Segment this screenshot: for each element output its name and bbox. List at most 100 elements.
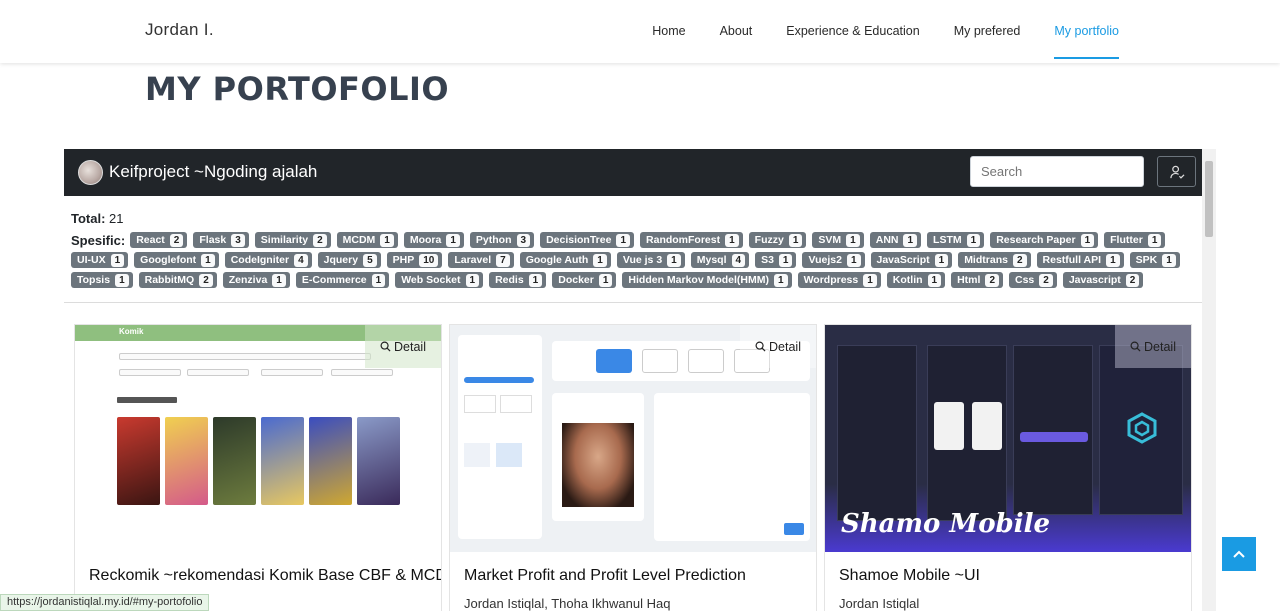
tag-filter-button[interactable]: Html 2 bbox=[951, 272, 1003, 288]
thumb-select bbox=[261, 369, 323, 376]
divider bbox=[64, 302, 1202, 303]
brand-name[interactable]: Jordan I. bbox=[145, 20, 214, 40]
tag-name: React bbox=[136, 234, 165, 246]
tag-filter-button[interactable]: Restfull API 1 bbox=[1036, 252, 1124, 268]
tag-filter-button[interactable]: Css 2 bbox=[1009, 272, 1057, 288]
portfolio-card-market-profit[interactable]: Detail Market Profit and Profit Level Pr… bbox=[449, 324, 817, 611]
tag-filter-button[interactable]: PHP 10 bbox=[386, 252, 443, 268]
chevron-up-icon bbox=[1233, 550, 1245, 558]
tag-filter-button[interactable]: Similarity 2 bbox=[254, 232, 331, 248]
nav-my-prefered[interactable]: My prefered bbox=[954, 0, 1021, 63]
tag-filter-button[interactable]: UI-UX 1 bbox=[71, 252, 129, 268]
detail-button[interactable]: Detail bbox=[1115, 325, 1191, 368]
nav-experience-education[interactable]: Experience & Education bbox=[786, 0, 919, 63]
thumb-select bbox=[187, 369, 249, 376]
search-input[interactable] bbox=[970, 156, 1144, 187]
nav-links: Home About Experience & Education My pre… bbox=[618, 0, 1119, 63]
tag-filter-button[interactable]: React 2 bbox=[130, 232, 188, 248]
tag-name: Midtrans bbox=[964, 254, 1008, 266]
tag-filter-button[interactable]: Laravel 7 bbox=[448, 252, 514, 268]
tag-filter-button[interactable]: Topsis 1 bbox=[71, 272, 133, 288]
tag-name: Laravel bbox=[454, 254, 492, 266]
detail-button[interactable]: Detail bbox=[740, 325, 816, 368]
tag-filter-button[interactable]: Google Auth 1 bbox=[519, 252, 611, 268]
back-to-top-button[interactable] bbox=[1222, 537, 1256, 571]
tag-name: Web Socket bbox=[401, 274, 461, 286]
tag-count-badge: 10 bbox=[419, 253, 439, 267]
tag-count-badge: 1 bbox=[667, 253, 681, 267]
card-title[interactable]: Reckomik ~rekomendasi Komik Base CBF & M… bbox=[89, 567, 441, 585]
portfolio-card-shamoe[interactable]: Shamo Mobile Detail Shamoe Mobile ~UI Jo… bbox=[824, 324, 1192, 611]
tag-name: Vuejs2 bbox=[808, 254, 842, 266]
tag-filter-button[interactable]: Javascript 2 bbox=[1062, 272, 1144, 288]
top-navbar: Jordan I. Home About Experience & Educat… bbox=[0, 0, 1280, 63]
detail-label: Detail bbox=[769, 339, 801, 354]
tag-filter-button[interactable]: Redis 1 bbox=[489, 272, 547, 288]
tag-filter-button[interactable]: Docker 1 bbox=[552, 272, 617, 288]
filter-panel: Total: 21 Spesific: React 2 Flask 3 Similari… bbox=[71, 211, 1191, 290]
tag-filter-button[interactable]: S3 1 bbox=[755, 252, 797, 268]
tag-filter-button[interactable]: Kotlin 1 bbox=[886, 272, 946, 288]
tag-count-badge: 2 bbox=[313, 233, 327, 247]
tag-filter-button[interactable]: Vue js 3 1 bbox=[616, 252, 685, 268]
tag-name: RabbitMQ bbox=[144, 274, 195, 286]
nav-home[interactable]: Home bbox=[652, 0, 685, 63]
tag-filter-button[interactable]: RandomForest 1 bbox=[640, 232, 743, 248]
inner-site-title[interactable]: Keifproject ~Ngoding ajalah bbox=[109, 162, 317, 182]
tag-filter-button[interactable]: SPK 1 bbox=[1129, 252, 1180, 268]
thumb-button bbox=[1020, 432, 1088, 442]
detail-button[interactable]: Detail bbox=[365, 325, 441, 368]
tag-filter-button[interactable]: ANN 1 bbox=[869, 232, 922, 248]
tag-filter-button[interactable]: Fuzzy 1 bbox=[748, 232, 807, 248]
tag-filter-button[interactable]: Jquery 5 bbox=[317, 252, 381, 268]
tag-count-badge: 1 bbox=[863, 273, 877, 287]
tag-count-badge: 1 bbox=[725, 233, 739, 247]
tag-filter-button[interactable]: MCDM 1 bbox=[336, 232, 398, 248]
tag-filter-button[interactable]: Python 3 bbox=[469, 232, 535, 248]
tag-filter-button[interactable]: Wordpress 1 bbox=[797, 272, 881, 288]
tag-filter-button[interactable]: Hidden Markov Model(HMM) 1 bbox=[622, 272, 792, 288]
tag-filter-button[interactable]: Research Paper 1 bbox=[990, 232, 1099, 248]
nav-my-portfolio[interactable]: My portfolio bbox=[1054, 0, 1119, 63]
tag-filter-button[interactable]: Flask 3 bbox=[193, 232, 249, 248]
thumb-heading bbox=[117, 397, 177, 403]
tag-count-badge: 1 bbox=[788, 233, 803, 247]
thumb-progress bbox=[464, 377, 534, 383]
total-value: 21 bbox=[109, 211, 124, 226]
tag-count-badge: 1 bbox=[371, 273, 386, 287]
card-title[interactable]: Market Profit and Profit Level Predictio… bbox=[464, 567, 746, 585]
nav-about[interactable]: About bbox=[720, 0, 753, 63]
tag-filter-button[interactable]: Googlefont 1 bbox=[134, 252, 219, 268]
user-login-button[interactable] bbox=[1157, 156, 1196, 187]
tag-filter-button[interactable]: RabbitMQ 2 bbox=[138, 272, 217, 288]
tag-filter-button[interactable]: Web Socket 1 bbox=[395, 272, 484, 288]
tag-name: MCDM bbox=[342, 234, 376, 246]
tag-count-badge: 2 bbox=[1012, 253, 1027, 267]
thumb-cover bbox=[309, 417, 352, 505]
tag-count-badge: 1 bbox=[903, 233, 918, 247]
tag-name: PHP bbox=[392, 254, 415, 266]
tag-filter-button[interactable]: CodeIgniter 4 bbox=[224, 252, 312, 268]
tag-filter-button[interactable]: Midtrans 2 bbox=[958, 252, 1031, 268]
scrollbar-thumb[interactable] bbox=[1205, 161, 1213, 237]
tag-filter-button[interactable]: Mysql 4 bbox=[690, 252, 750, 268]
tag-filter-button[interactable]: Zenziva 1 bbox=[222, 272, 290, 288]
tag-filter-button[interactable]: JavaScript 1 bbox=[870, 252, 953, 268]
tag-filter-button[interactable]: E-Commerce 1 bbox=[295, 272, 390, 288]
tag-filter-button[interactable]: Vuejs2 1 bbox=[802, 252, 865, 268]
tag-count-badge: 1 bbox=[528, 273, 543, 287]
thumb-cover bbox=[213, 417, 256, 505]
tag-name: Restfull API bbox=[1042, 254, 1102, 266]
card-title[interactable]: Shamoe Mobile ~UI bbox=[839, 567, 980, 585]
scrollbar[interactable] bbox=[1202, 149, 1216, 611]
tag-count-badge: 1 bbox=[110, 253, 125, 267]
tag-filter-button[interactable]: SVM 1 bbox=[812, 232, 864, 248]
tag-filter-button[interactable]: Moora 1 bbox=[403, 232, 464, 248]
tag-filter-button[interactable]: Flutter 1 bbox=[1104, 232, 1166, 248]
tag-filter-button[interactable]: DecisionTree 1 bbox=[540, 232, 635, 248]
tag-filter-button[interactable]: LSTM 1 bbox=[927, 232, 985, 248]
status-bar-url: https://jordanistiqlal.my.id/#my-portofo… bbox=[0, 594, 210, 611]
thumb-phone bbox=[1013, 345, 1093, 515]
thumb-box bbox=[464, 395, 496, 413]
portfolio-card-reckomik[interactable]: Komik Detail Reckomik ~rekomendasi Komik… bbox=[74, 324, 442, 611]
